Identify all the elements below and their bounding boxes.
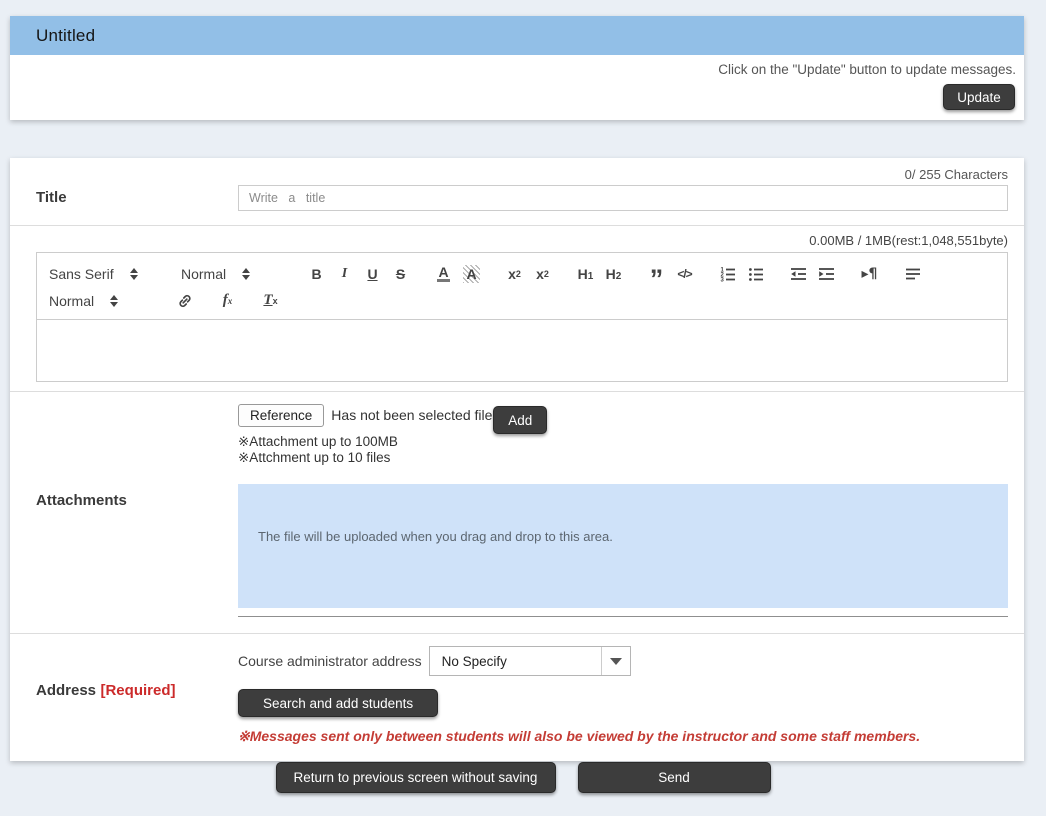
code-block-icon: </> [677, 267, 691, 281]
indent-icon [817, 265, 836, 283]
required-tag: [Required] [100, 682, 175, 699]
subscript-button[interactable]: x2 [503, 262, 526, 286]
link-button[interactable] [173, 289, 196, 313]
editor-section: 0.00MB / 1MB(rest:1,048,551byte) Sans Se… [10, 226, 1024, 392]
blockquote-icon: ” [650, 263, 664, 284]
message-title: Untitled [36, 26, 95, 46]
bold-button[interactable]: B [305, 262, 328, 286]
font-picker-value: Sans Serif [49, 266, 114, 282]
header-2-icon: H [606, 266, 616, 282]
attachments-section: Attachments Reference Has not been selec… [10, 392, 1024, 634]
indent-button[interactable] [815, 262, 838, 286]
course-admin-label: Course administrator address [238, 653, 422, 669]
code-block-button[interactable]: </> [673, 262, 696, 286]
clean-format-icon: T [263, 292, 272, 309]
link-icon [176, 292, 194, 310]
update-button-row: Update [10, 84, 1024, 110]
return-button[interactable]: Return to previous screen without saving [276, 762, 556, 793]
formula-sub: x [228, 296, 233, 306]
subscript-digit: 2 [516, 269, 521, 279]
header-1-digit: 1 [588, 267, 594, 286]
no-file-text: Has not been selected file. [331, 404, 496, 427]
attachments-label: Attachments [36, 492, 127, 509]
picker-arrows-icon [130, 268, 138, 280]
clean-format-button[interactable]: Tx [259, 289, 282, 313]
blockquote-button[interactable]: ” [645, 262, 668, 286]
attachment-count-note: ※Attchment up to 10 files [238, 450, 1008, 466]
footer-actions: Return to previous screen without saving… [0, 762, 1046, 793]
ordered-list-icon: 1 2 3 [719, 265, 737, 283]
header-picker-value: Normal [49, 293, 94, 309]
file-select-row: Reference Has not been selected file. Ad… [238, 404, 1008, 434]
align-button[interactable] [901, 262, 924, 286]
update-panel: Untitled Click on the "Update" button to… [10, 16, 1024, 120]
toolbar-row-2: Normal fx Tx [49, 287, 997, 314]
formula-button[interactable]: fx [216, 289, 239, 313]
header-2-button[interactable]: H2 [602, 262, 625, 286]
strikethrough-button[interactable]: S [389, 262, 412, 286]
editor-toolbar: Sans Serif Normal B I U S A A [37, 253, 1007, 319]
header-picker[interactable]: Normal [49, 293, 145, 309]
svg-text:3: 3 [720, 277, 724, 283]
size-picker-value: Normal [181, 266, 226, 282]
underline-button[interactable]: U [361, 262, 384, 286]
picker-arrows-icon [242, 268, 250, 280]
background-color-icon: A [463, 265, 479, 283]
course-admin-select[interactable]: No Specify [429, 646, 631, 676]
course-admin-selected-value: No Specify [430, 647, 601, 675]
outdent-icon [789, 265, 808, 283]
text-color-button[interactable]: A [432, 262, 455, 286]
ordered-list-button[interactable]: 1 2 3 [716, 262, 739, 286]
search-add-students-button[interactable]: Search and add students [238, 689, 438, 717]
chevron-down-icon [610, 658, 622, 665]
background-color-button[interactable]: A [460, 262, 483, 286]
send-button[interactable]: Send [578, 762, 771, 793]
header-1-button[interactable]: H1 [574, 262, 597, 286]
title-char-counter: 0/ 255 Characters [10, 158, 1024, 182]
students-message-warning: ※Messages sent only between students wil… [238, 728, 1008, 745]
update-button[interactable]: Update [943, 84, 1015, 110]
dropzone-text: The file will be uploaded when you drag … [258, 529, 613, 544]
header-1-icon: H [578, 266, 588, 282]
dropzone-divider [238, 616, 1008, 617]
italic-button[interactable]: I [333, 262, 356, 286]
rich-text-editor: Sans Serif Normal B I U S A A [36, 252, 1008, 382]
superscript-button[interactable]: x2 [531, 262, 554, 286]
message-form: 0/ 255 Characters Title 0.00MB / 1MB(res… [10, 158, 1024, 761]
bullet-list-button[interactable] [744, 262, 767, 286]
add-button[interactable]: Add [493, 406, 547, 434]
update-hint-text: Click on the "Update" button to update m… [10, 55, 1024, 77]
superscript-icon: x [536, 266, 544, 282]
title-input[interactable] [238, 185, 1008, 211]
toolbar-row-1: Sans Serif Normal B I U S A A [49, 260, 997, 287]
course-admin-row: Course administrator address No Specify [238, 646, 1008, 676]
editor-content-area[interactable] [37, 319, 1007, 381]
size-picker[interactable]: Normal [181, 266, 277, 282]
attachment-size-note: ※Attachment up to 100MB [238, 434, 1008, 450]
text-direction-button[interactable]: ▸¶ [858, 262, 881, 286]
outdent-button[interactable] [787, 262, 810, 286]
align-left-icon [904, 265, 922, 283]
address-section: Address [Required] Course administrator … [10, 634, 1024, 761]
clean-format-sub: x [273, 296, 278, 306]
editor-size-info: 0.00MB / 1MB(rest:1,048,551byte) [10, 226, 1024, 248]
title-section: 0/ 255 Characters Title [10, 158, 1024, 226]
picker-arrows-icon [110, 295, 118, 307]
text-color-icon: A [437, 265, 449, 282]
address-label: Address [36, 682, 96, 699]
reference-button[interactable]: Reference [238, 404, 324, 427]
title-label: Title [36, 189, 67, 206]
select-arrow-button[interactable] [601, 647, 630, 675]
message-title-bar: Untitled [10, 16, 1024, 55]
file-dropzone[interactable]: The file will be uploaded when you drag … [238, 484, 1008, 608]
subscript-icon: x [508, 266, 516, 282]
header-2-digit: 2 [616, 267, 622, 286]
superscript-digit: 2 [544, 269, 549, 279]
font-picker[interactable]: Sans Serif [49, 266, 153, 282]
bullet-list-icon [747, 265, 765, 283]
